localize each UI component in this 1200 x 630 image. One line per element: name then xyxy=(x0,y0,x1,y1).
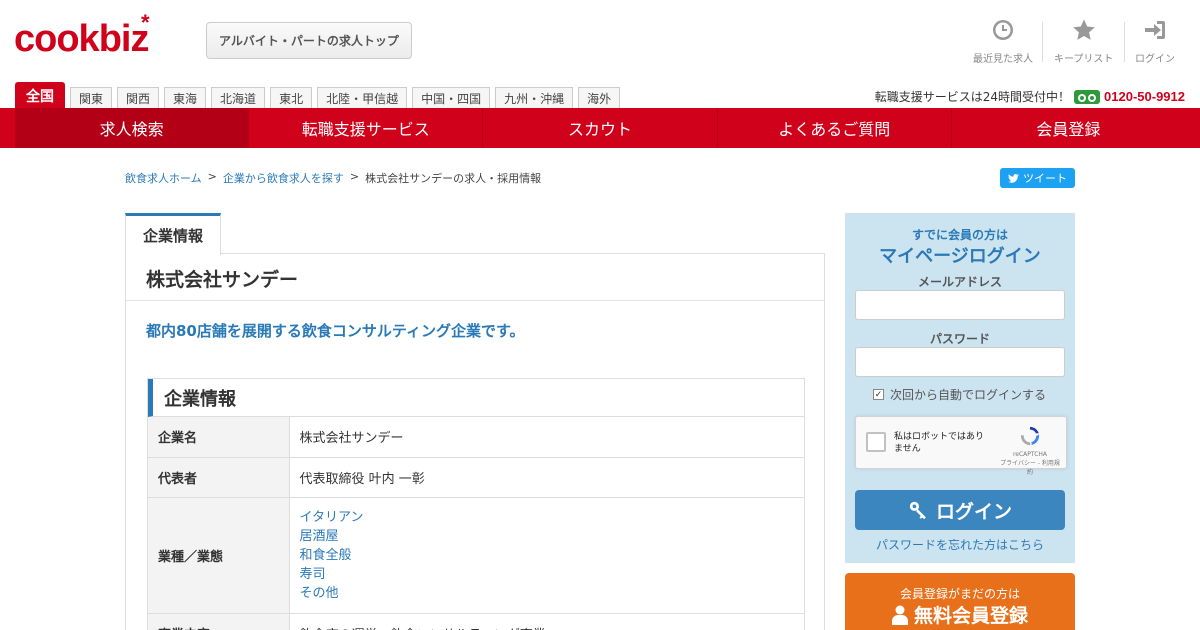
login-link[interactable]: ログイン xyxy=(1135,18,1175,65)
login-button[interactable]: ログイン xyxy=(855,490,1065,530)
region-tab-chugoku[interactable]: 中国・四国 xyxy=(412,87,491,108)
login-subtitle: すでに会員の方は xyxy=(911,228,1009,242)
tweet-label: ツイート xyxy=(1023,172,1067,185)
login-icon xyxy=(1145,21,1165,39)
email-label: メールアドレス xyxy=(917,275,1002,289)
recently-viewed-label: 最近見た求人 xyxy=(973,54,1033,65)
remember-label: 次回から自動でログインする xyxy=(890,388,1047,402)
row-label: 業種／業態 xyxy=(148,497,290,614)
recaptcha-checkbox[interactable] xyxy=(866,432,886,452)
breadcrumb: 飲食求人ホーム > 企業から飲食求人を探す > 株式会社サンデーの求人・採用情報 xyxy=(125,170,541,186)
login-button-label: ログイン xyxy=(935,500,1012,523)
login-label: ログイン xyxy=(1135,54,1175,65)
cookbiz-logo[interactable]: cookbiz * xyxy=(14,12,150,60)
clock-icon xyxy=(993,20,1013,40)
row-value: 代表取締役 叶内 一彰 xyxy=(289,457,804,498)
row-label: 企業名 xyxy=(148,417,290,458)
nav-register[interactable]: 会員登録 xyxy=(950,108,1185,148)
section-title: 企業情報 xyxy=(148,379,804,417)
company-info-table: 企業情報 企業名 株式会社サンデー 代表者 代表取締役 叶内 一彰 業種／業態 … xyxy=(147,378,805,630)
key-icon xyxy=(909,501,926,520)
table-row: 企業名 株式会社サンデー xyxy=(148,417,804,458)
util-divider xyxy=(1124,22,1125,62)
forgot-password-link[interactable]: パスワードを忘れた方はこちら xyxy=(845,536,1075,553)
freedial-icon xyxy=(1074,89,1101,104)
genre-link-washoku[interactable]: 和食全般 xyxy=(300,546,795,565)
password-label: パスワード xyxy=(929,332,990,346)
signup-button[interactable]: 無料会員登録 xyxy=(845,601,1075,628)
email-field[interactable] xyxy=(855,290,1065,320)
region-tab-tohoku[interactable]: 東北 xyxy=(270,87,313,108)
tweet-button[interactable]: ツイート xyxy=(1000,168,1075,188)
person-icon xyxy=(891,605,908,625)
region-tab-all[interactable]: 全国 xyxy=(15,82,65,108)
row-value: 株式会社サンデー xyxy=(289,417,804,458)
signup-label: 無料会員登録 xyxy=(913,605,1028,627)
row-label: 事業内容 xyxy=(148,613,290,630)
region-tab-hokkaido[interactable]: 北海道 xyxy=(211,87,266,108)
table-row: 事業内容 飲食店の運営・飲食コンサルティング事業 xyxy=(148,613,804,630)
region-tabs: 全国 関東 関西 東海 北海道 東北 北陸・甲信越 中国・四国 九州・沖縄 海外 xyxy=(15,82,625,108)
table-row: 業種／業態 イタリアン 居酒屋 和食全般 寿司 その他 xyxy=(148,497,804,614)
remember-checkbox[interactable]: ✓ xyxy=(873,389,884,400)
global-nav: 求人検索 転職支援サービス スカウト よくあるご質問 会員登録 xyxy=(0,108,1200,148)
part-time-top-button[interactable]: アルバイト・パートの求人トップ xyxy=(206,22,412,59)
region-tab-kyushu[interactable]: 九州・沖縄 xyxy=(495,87,574,108)
nav-job-search[interactable]: 求人検索 xyxy=(15,108,249,148)
recaptcha-links[interactable]: プライバシー - 利用規約 xyxy=(1000,458,1060,476)
breadcrumb-current: 株式会社サンデーの求人・採用情報 xyxy=(365,172,542,185)
star-icon xyxy=(1072,19,1095,40)
recaptcha-label: 私はロボットではありません xyxy=(894,432,985,454)
support-phone[interactable]: 0120-50-9912 xyxy=(1104,89,1185,104)
keep-list-link[interactable]: キープリスト xyxy=(1054,18,1113,65)
row-label: 代表者 xyxy=(148,457,290,498)
recently-viewed-link[interactable]: 最近見た求人 xyxy=(973,18,1033,65)
login-box: すでに会員の方は マイページログイン メールアドレス パスワード ✓ 次回から自… xyxy=(845,213,1075,563)
nav-career-support[interactable]: 転職支援サービス xyxy=(248,108,482,148)
company-name-heading: 株式会社サンデー xyxy=(146,269,299,291)
genre-link-italian[interactable]: イタリアン xyxy=(300,508,795,527)
recaptcha-brand: reCAPTCHA xyxy=(1012,451,1048,458)
genre-link-other[interactable]: その他 xyxy=(300,584,795,603)
divider xyxy=(126,300,824,301)
recaptcha-icon xyxy=(1020,426,1040,446)
recaptcha-branding: reCAPTCHA プライバシー - 利用規約 xyxy=(1000,425,1060,476)
region-tab-kansai[interactable]: 関西 xyxy=(117,87,160,108)
table-row: 代表者 代表取締役 叶内 一彰 xyxy=(148,457,804,498)
genre-link-izakaya[interactable]: 居酒屋 xyxy=(300,527,795,546)
company-panel: 株式会社サンデー 都内80店舗を展開する飲食コンサルティング企業です。 企業情報… xyxy=(125,253,825,630)
row-value-types: イタリアン 居酒屋 和食全般 寿司 その他 xyxy=(289,497,804,614)
breadcrumb-separator: > xyxy=(349,170,360,183)
util-divider xyxy=(1042,22,1043,62)
support-text: 転職支援サービスは24時間受付中！ xyxy=(874,90,1071,104)
tab-company-info[interactable]: 企業情報 xyxy=(125,213,221,255)
keep-list-label: キープリスト xyxy=(1054,54,1114,65)
support-info: 転職支援サービスは24時間受付中！ 0120-50-9912 xyxy=(875,88,1185,105)
region-tab-kanto[interactable]: 関東 xyxy=(70,87,113,108)
breadcrumb-company-list[interactable]: 企業から飲食求人を探す xyxy=(223,170,344,186)
twitter-bird-icon xyxy=(1008,173,1019,183)
breadcrumb-separator: > xyxy=(207,170,217,183)
row-value: 飲食店の運営・飲食コンサルティング事業 xyxy=(289,613,804,630)
remember-me[interactable]: ✓ 次回から自動でログインする xyxy=(873,386,1046,403)
nav-faq[interactable]: よくあるご質問 xyxy=(716,108,951,148)
region-tab-tokai[interactable]: 東海 xyxy=(164,87,207,108)
breadcrumb-home[interactable]: 飲食求人ホーム xyxy=(125,170,202,186)
signup-box[interactable]: 会員登録がまだの方は 無料会員登録 xyxy=(845,573,1075,630)
signup-subtitle: 会員登録がまだの方は xyxy=(899,587,1020,601)
recaptcha-widget: 私はロボットではありません reCAPTCHA プライバシー - 利用規約 xyxy=(855,416,1067,476)
logo-asterisk: * xyxy=(141,10,150,35)
genre-link-sushi[interactable]: 寿司 xyxy=(300,565,795,584)
password-field[interactable] xyxy=(855,347,1065,377)
region-tab-hokuriku[interactable]: 北陸・甲信越 xyxy=(317,87,408,108)
company-lead: 都内80店舗を展開する飲食コンサルティング企業です。 xyxy=(146,322,525,340)
login-title: マイページログイン xyxy=(879,246,1041,267)
region-tab-overseas[interactable]: 海外 xyxy=(578,87,621,108)
logo-text: cookbiz xyxy=(14,18,149,60)
nav-scout[interactable]: スカウト xyxy=(482,108,716,148)
